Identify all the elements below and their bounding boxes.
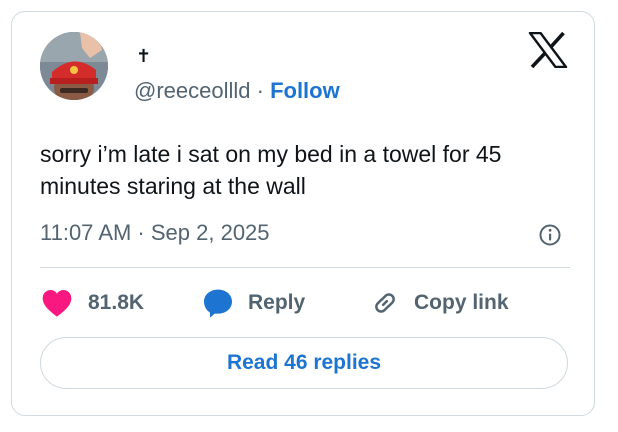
copy-link-label: Copy link bbox=[414, 291, 509, 314]
link-icon bbox=[375, 293, 395, 313]
separator-dot: · bbox=[250, 78, 271, 103]
reply-label: Reply bbox=[248, 291, 306, 314]
reply-button[interactable]: Reply bbox=[202, 287, 305, 319]
like-count: 81.8K bbox=[88, 291, 145, 314]
author-display-name[interactable]: ✝ bbox=[136, 46, 151, 67]
avatar[interactable] bbox=[40, 32, 108, 100]
copy-link-button[interactable]: Copy link bbox=[370, 287, 509, 319]
divider bbox=[40, 267, 570, 268]
reply-bubble-icon bbox=[204, 289, 232, 318]
tweet-text: sorry i’m late i sat on my bed in a towe… bbox=[40, 141, 502, 199]
avatar-image bbox=[40, 32, 108, 100]
author-handle[interactable]: @reeceollld bbox=[134, 78, 251, 103]
follow-link[interactable]: Follow bbox=[270, 78, 340, 103]
author-handle-row: @reeceollld · Follow bbox=[134, 78, 340, 104]
like-button[interactable]: 81.8K bbox=[40, 287, 144, 319]
action-bar: 81.8K Reply Copy link bbox=[40, 287, 580, 319]
tweet-timestamp[interactable]: 11:07 AM · Sep 2, 2025 bbox=[40, 220, 270, 246]
info-icon[interactable] bbox=[538, 223, 562, 247]
heart-icon bbox=[42, 290, 72, 317]
tweet-embed-card: ✝ @reeceollld · Follow sorry i’m late i … bbox=[11, 11, 595, 416]
read-replies-button[interactable]: Read 46 replies bbox=[40, 337, 568, 389]
x-logo-icon[interactable] bbox=[528, 31, 568, 69]
